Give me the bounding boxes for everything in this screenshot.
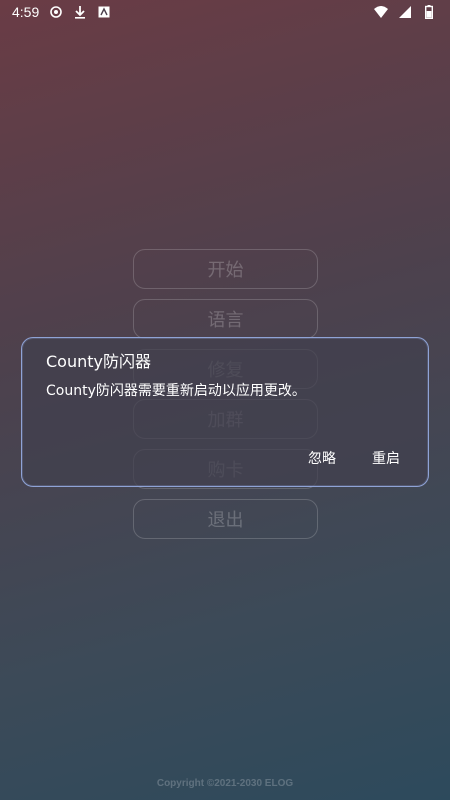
restart-button[interactable]: 重启 xyxy=(372,448,400,468)
start-button[interactable]: 开始 xyxy=(133,249,318,289)
language-button[interactable]: 语言 xyxy=(133,299,318,339)
status-bar: 4:59 xyxy=(0,0,450,24)
status-right xyxy=(374,5,436,19)
app-background: 4:59 开始 语言 修复 加群 购卡 xyxy=(0,0,450,800)
wifi-icon xyxy=(374,5,388,19)
vpn-key-icon xyxy=(49,5,63,19)
text-icon xyxy=(97,5,111,19)
ignore-button[interactable]: 忽略 xyxy=(308,448,336,468)
battery-icon xyxy=(422,5,436,19)
status-time: 4:59 xyxy=(12,4,40,20)
dialog-title: County防闪器 xyxy=(46,352,151,371)
status-left: 4:59 xyxy=(12,4,111,20)
dialog-actions: 忽略 重启 xyxy=(308,448,400,468)
copyright-footer: Copyright ©2021-2030 ELOG xyxy=(156,778,294,789)
exit-button[interactable]: 退出 xyxy=(133,499,318,539)
download-icon xyxy=(73,5,87,19)
restart-dialog: County防闪器 County防闪器需要重新启动以应用更改。 忽略 重启 xyxy=(21,337,429,487)
signal-icon xyxy=(398,5,412,19)
dialog-message: County防闪器需要重新启动以应用更改。 xyxy=(46,383,306,399)
